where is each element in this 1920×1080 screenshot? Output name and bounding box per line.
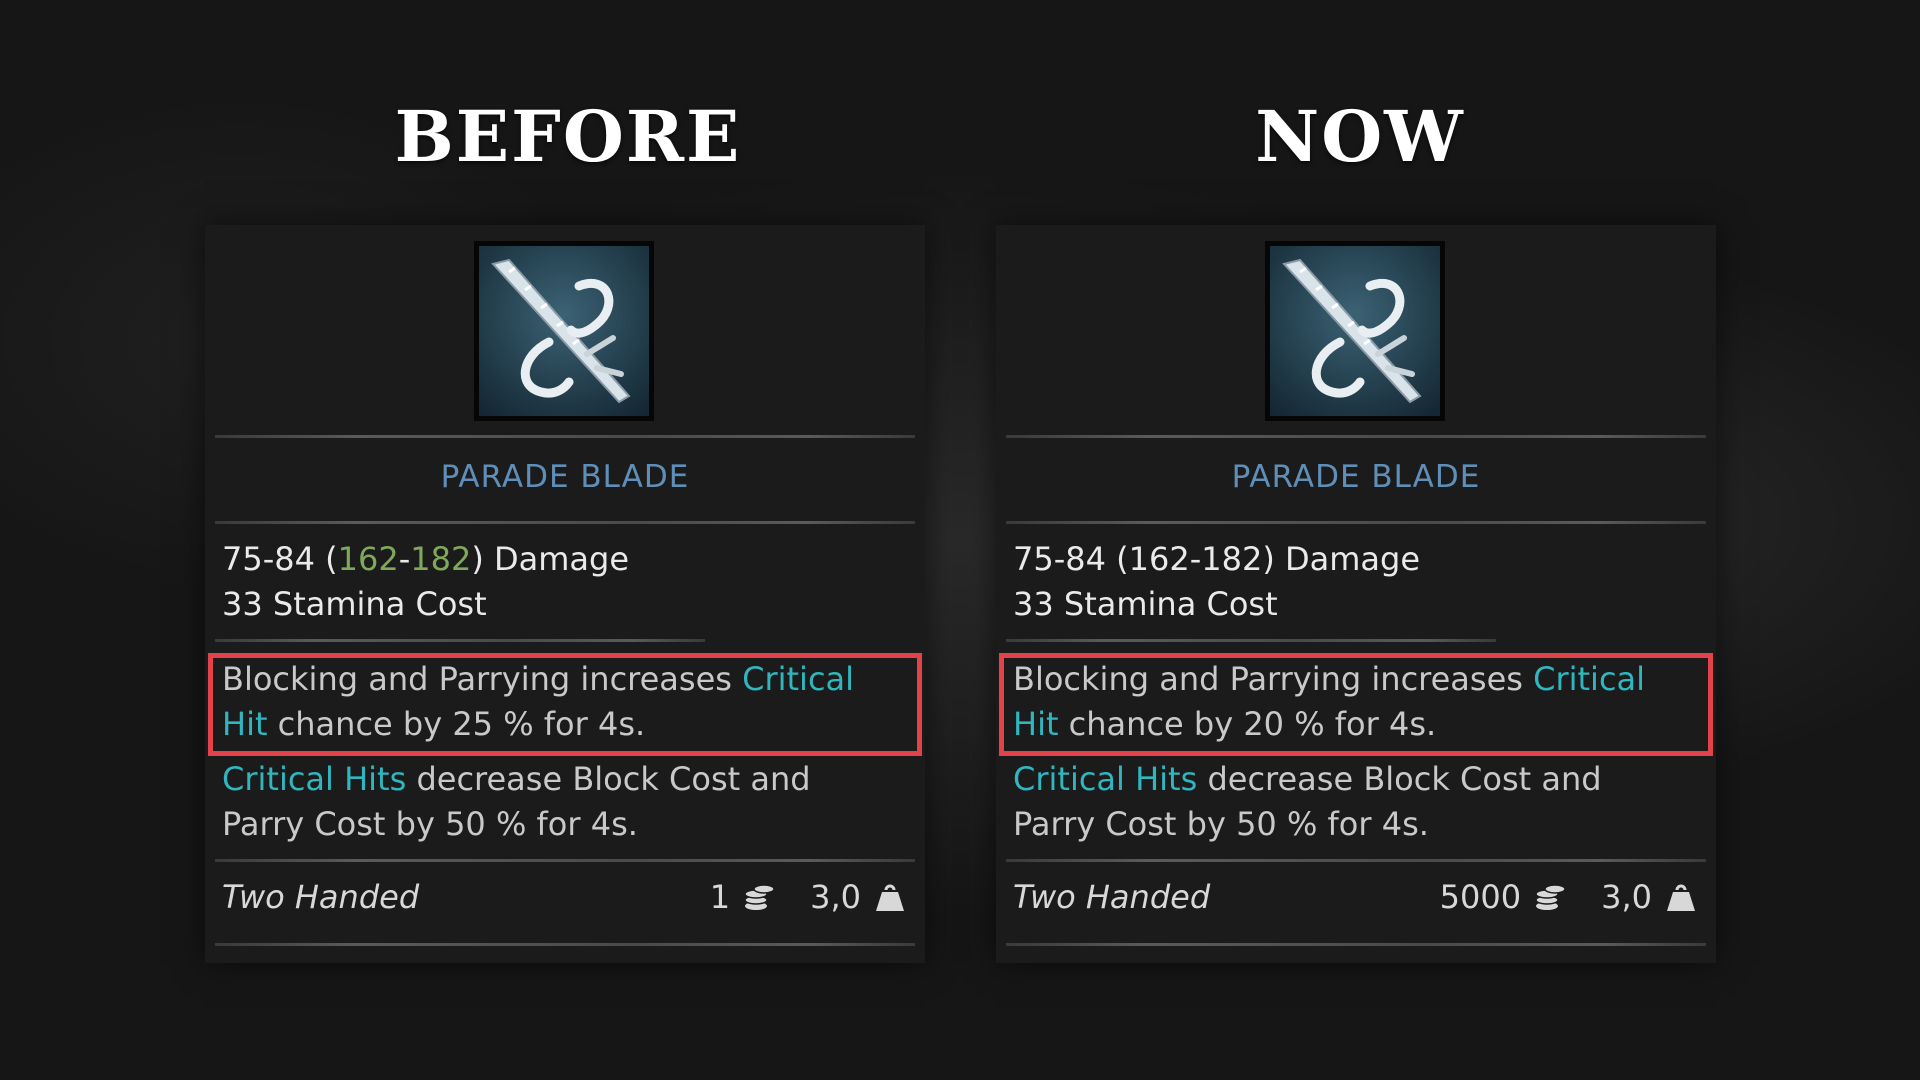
item-weight: 3,0 — [810, 878, 861, 916]
coin-stack-icon — [1535, 884, 1566, 910]
divider — [215, 639, 705, 642]
divider — [1006, 521, 1706, 524]
effect-block-cost: Critical Hits decrease Block Cost and Par… — [222, 760, 811, 843]
divider — [1006, 639, 1496, 642]
divider — [215, 435, 915, 438]
bonus-damage-max: 182 — [1201, 540, 1263, 578]
weight-icon — [1667, 884, 1695, 911]
bonus-damage-min: 162 — [1128, 540, 1190, 578]
divider — [215, 859, 915, 862]
item-value-weight: 1 3,0 — [710, 878, 907, 916]
divider — [1006, 943, 1706, 946]
damage-stat: 75-84 (162-182) Damage — [222, 540, 630, 578]
bonus-damage-max: 182 — [410, 540, 472, 578]
parade-blade-icon — [479, 246, 649, 416]
divider — [215, 943, 915, 946]
before-heading: BEFORE — [394, 95, 742, 178]
divider — [1006, 859, 1706, 862]
divider — [215, 521, 915, 524]
damage-stat: 75-84 (162-182) Damage — [1013, 540, 1421, 578]
stamina-stat: 33 Stamina Cost — [222, 585, 487, 623]
item-value: 1 — [709, 878, 731, 916]
item-name: PARADE BLADE — [1231, 459, 1481, 495]
before-item-tooltip: PARADE BLADE 75-84 (162-182) Damage 33 S… — [205, 225, 925, 963]
item-value: 5000 — [1439, 878, 1522, 916]
item-name: PARADE BLADE — [440, 459, 690, 495]
weight-icon — [876, 884, 904, 911]
now-item-tooltip: PARADE BLADE 75-84 (162-182) Damage 33 S… — [996, 225, 1716, 963]
coin-stack-icon — [744, 884, 775, 910]
parade-blade-icon — [1270, 246, 1440, 416]
item-thumbnail — [474, 241, 654, 421]
comparison-screen: BEFORE NOW PARADE BLADE 75-84 (162-182) … — [0, 0, 1920, 1080]
weapon-type: Two Handed — [1013, 878, 1211, 916]
stamina-stat: 33 Stamina Cost — [1013, 585, 1278, 623]
effect-block-cost: Critical Hits decrease Block Cost and Par… — [1013, 760, 1602, 843]
item-weight: 3,0 — [1601, 878, 1652, 916]
change-highlight-box — [999, 653, 1713, 756]
bonus-damage-min: 162 — [337, 540, 399, 578]
item-value-weight: 5000 3,0 — [1440, 878, 1698, 916]
now-heading: NOW — [1255, 95, 1465, 178]
divider — [1006, 435, 1706, 438]
item-thumbnail — [1265, 241, 1445, 421]
change-highlight-box — [208, 653, 922, 756]
weapon-type: Two Handed — [222, 878, 420, 916]
